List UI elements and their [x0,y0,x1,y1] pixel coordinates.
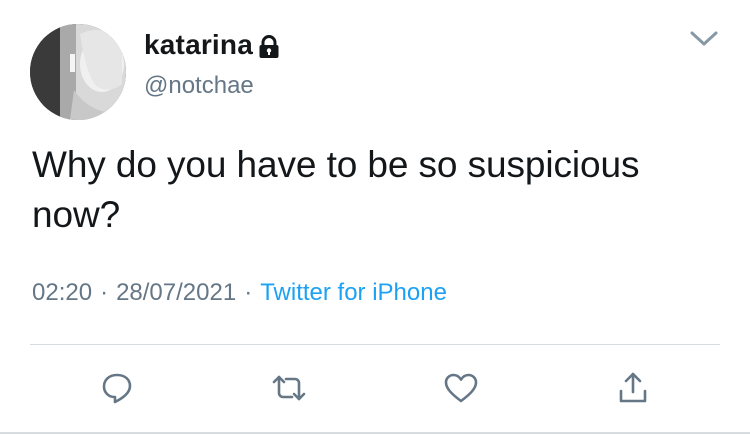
bottom-border [0,432,750,434]
share-button[interactable] [615,370,651,406]
chevron-down-icon[interactable] [686,26,722,50]
avatar[interactable] [30,24,126,120]
retweet-icon [272,375,306,401]
tweet-meta: 02:20 · 28/07/2021 · Twitter for iPhone [32,279,447,307]
like-button[interactable] [443,370,479,406]
tweet-source-link[interactable]: Twitter for iPhone [260,279,447,306]
tweet-time[interactable]: 02:20 [32,279,92,306]
reply-icon [102,373,132,404]
reply-button[interactable] [99,370,135,406]
author-handle[interactable]: @notchae [144,72,254,100]
heart-icon [444,373,478,403]
lock-icon [258,34,280,59]
share-icon [619,372,647,403]
retweet-button[interactable] [271,370,307,406]
divider [30,344,720,345]
tweet-date[interactable]: 28/07/2021 [116,279,236,306]
tweet-text: Why do you have to be so suspicious now? [32,144,640,235]
meta-separator: · [244,279,253,306]
display-name[interactable]: katarina [144,29,253,61]
tweet-card: katarina @notchae Why do you have to be … [0,0,750,436]
avatar-image [30,24,126,120]
meta-separator: · [100,279,109,306]
author-name-row[interactable]: katarina [144,28,280,62]
